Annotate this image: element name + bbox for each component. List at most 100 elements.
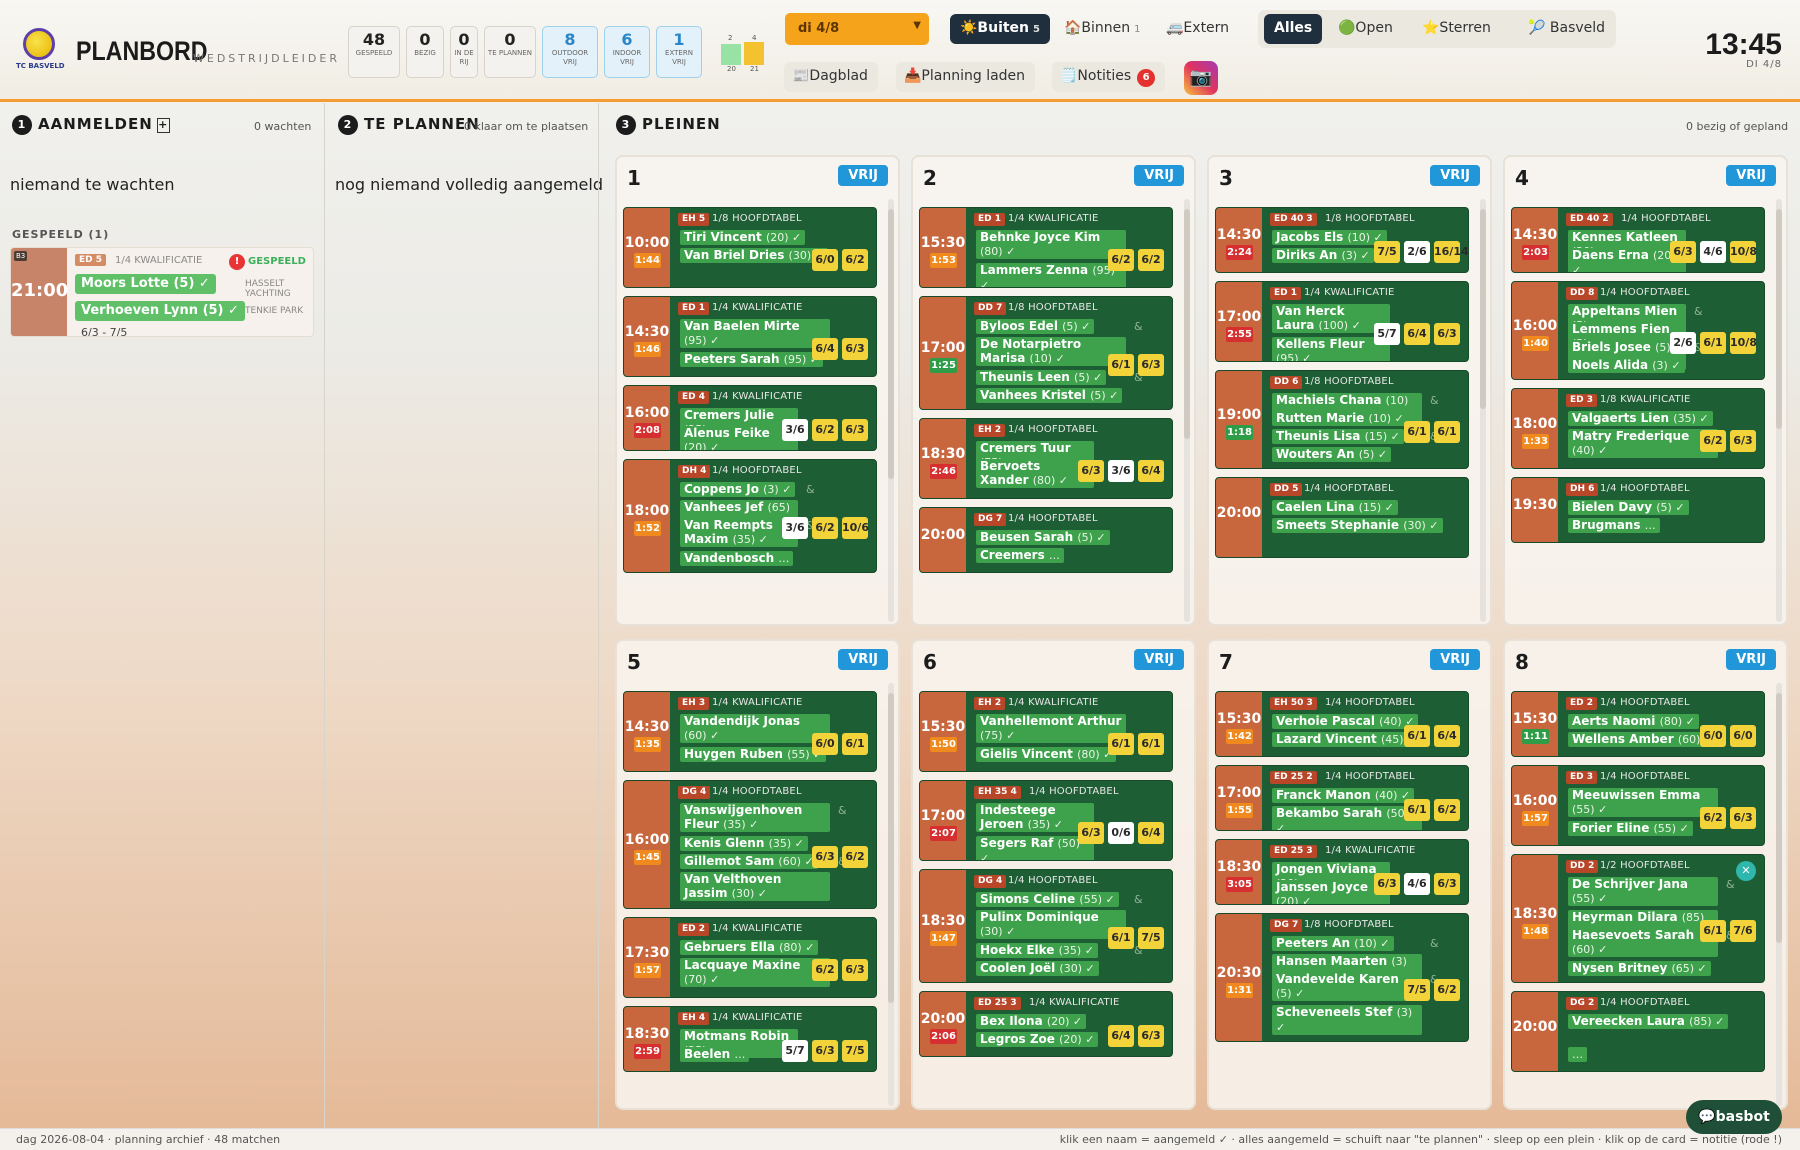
player-chip[interactable]: Vandendijk Jonas (60) ✓ [680,714,830,743]
day-select[interactable]: di 4/8 ▼ [785,13,929,45]
add-player-button[interactable]: + [156,118,170,133]
player-chip[interactable]: Van Herck Laura (100) ✓ [1272,304,1390,333]
player-chip[interactable]: Kenis Glenn (35) ✓ [680,836,808,851]
player-chip[interactable]: Kellens Fleur (95) ✓ [1272,337,1390,361]
match-card[interactable]: 17:00 1:55 ED 25 2 1/4 HOOFDTABEL Franck Man… [1215,765,1469,831]
player-chip[interactable]: Tiri Vincent (20) ✓ [680,230,806,245]
player-chip[interactable]: Meeuwissen Emma (55) ✓ [1568,788,1718,817]
match-card[interactable]: 17:00 2:55 ED 1 1/4 KWALIFICATIE Van Herck L… [1215,281,1469,362]
player-chip[interactable]: Janssen Joyce (20) ✓ [1272,880,1390,904]
player-chip[interactable]: Gebruers Ella (80) ✓ [680,940,819,955]
court-panel[interactable]: 5 VRIJ 14:30 1:35 EH 3 1/4 KWALIFICATIE Vanden… [615,639,900,1110]
match-card[interactable]: 18:30 1:47 DG 4 1/4 HOOFDTABEL Simons Celine… [919,869,1173,983]
player-chip[interactable]: Theunis Leen (5) ✓ [976,370,1107,385]
player-chip[interactable]: Brugmans … [1568,518,1660,533]
scrollbar-thumb[interactable] [888,209,894,479]
player-chip[interactable]: Vereecken Laura (85) ✓ [1568,1014,1729,1029]
player-chip[interactable]: Peeters An (10) ✓ [1272,936,1394,951]
player-chip[interactable]: Beusen Sarah (5) ✓ [976,530,1110,545]
match-card[interactable]: 17:00 2:07 EH 35 4 1/4 HOOFDTABEL Indesteege… [919,780,1173,861]
match-card[interactable]: 20:00 DD 5 1/4 HOOFDTABEL Caelen Lina (15) … [1215,477,1469,558]
player-chip[interactable]: Vandenbosch … [680,551,794,566]
match-card[interactable]: 18:30 1:48 DD 2 1/2 HOOFDTABEL ✕ De Schrijver… [1511,854,1765,983]
scrollbar[interactable] [1776,683,1782,1106]
notities-button[interactable]: 🗒️Notities 6 [1052,62,1166,92]
match-card[interactable]: 16:00 1:45 DG 4 1/4 HOOFDTABEL Vanswijgenhov… [623,780,877,909]
player-chip[interactable]: Creemers … [976,548,1064,563]
player-chip[interactable]: Hoekx Elke (35) ✓ [976,943,1098,958]
court-status-badge[interactable]: VRIJ [1430,165,1480,186]
scrollbar[interactable] [1480,199,1486,622]
match-card[interactable]: 15:30 1:42 EH 50 3 1/4 HOOFDTABEL Verhoie Pa… [1215,691,1469,757]
match-card[interactable]: 18:30 2:59 EH 4 1/4 KWALIFICATIE Motmans Rob… [623,1006,877,1072]
player-chip[interactable]: Haesevoets Sarah (60) ✓ [1568,928,1718,957]
player-chip[interactable]: Coolen Joël (30) ✓ [976,961,1099,976]
player-chip[interactable]: Jacobs Els (10) ✓ [1272,230,1387,245]
player-chip[interactable]: Wouters An (5) ✓ [1272,447,1392,462]
match-card[interactable]: 20:00 DG 2 1/4 HOOFDTABEL Vereecken Laura (… [1511,991,1765,1072]
filter-basveld[interactable]: 🎾 Basveld [1518,12,1616,46]
match-card[interactable]: 15:30 1:53 ED 1 1/4 KWALIFICATIE Behnke Joyc… [919,207,1173,288]
player-chip[interactable]: Rutten Marie (10) ✓ [1272,411,1408,426]
match-card[interactable]: 14:30 2:03 ED 40 2 1/4 HOOFDTABEL Kennes Kat… [1511,207,1765,273]
match-card[interactable]: 16:00 1:40 DD 8 1/4 HOOFDTABEL Appeltans Mie… [1511,281,1765,380]
dagblad-button[interactable]: 📰Dagblad [784,62,878,92]
player-chip[interactable]: Aerts Naomi (80) ✓ [1568,714,1699,729]
player-chip[interactable]: Bervoets Xander (80) ✓ [976,459,1094,488]
played-match-card[interactable]: 21:00 B3 ED 5 1/4 KWALIFICATIE ! GESPEELD… [10,247,314,337]
filter-alles[interactable]: Alles [1264,14,1323,44]
match-card[interactable]: 17:00 1:25 DD 7 1/8 HOOFDTABEL Byloos Edel (… [919,296,1173,410]
scrollbar-thumb[interactable] [1480,209,1486,409]
match-card[interactable]: 18:00 1:52 DH 4 1/4 HOOFDTABEL Coppens Jo (3… [623,459,877,573]
scrollbar[interactable] [1184,199,1190,622]
player-chip[interactable]: Byloos Edel (5) ✓ [976,319,1095,334]
player-chip[interactable]: Bekambo Sarah (50) ✓ [1272,806,1422,830]
match-card[interactable]: 18:30 3:05 ED 25 3 1/4 KWALIFICATIE Jongen V… [1215,839,1469,905]
scrollbar[interactable] [888,199,894,622]
basbot-button[interactable]: 💬basbot [1686,1100,1782,1134]
player-chip[interactable]: De Notarpietro Marisa (10) ✓ [976,337,1126,366]
player-chip[interactable]: Bielen Davy (5) ✓ [1568,500,1689,515]
player-chip[interactable]: Forier Eline (55) ✓ [1568,821,1693,836]
scrollbar-thumb[interactable] [888,693,894,1003]
court-status-badge[interactable]: VRIJ [838,649,888,670]
player-chip[interactable]: Segers Raf (50) ✓ [976,836,1094,860]
player-chip[interactable]: Huygen Ruben (55) ✓ [680,747,827,762]
court-status-badge[interactable]: VRIJ [838,165,888,186]
player-chip[interactable]: Noels Alida (3) ✓ [1568,358,1685,373]
player-chip[interactable]: Pulinx Dominique (30) ✓ [976,910,1126,939]
player-chip[interactable]: Vanhellemont Arthur (75) ✓ [976,714,1126,743]
player-chip[interactable]: Van Reempts Maxim (35) ✓ [680,518,798,547]
player-chip[interactable]: Behnke Joyce Kim (80) ✓ [976,230,1126,259]
player-chip[interactable]: Van Briel Dries (30) ✓ [680,248,828,263]
player-chip[interactable]: Vandevelde Karen (5) ✓ [1272,972,1422,1001]
player-chip[interactable]: Indesteege Jeroen (35) ✓ [976,803,1094,832]
court-panel[interactable]: 1 VRIJ 10:00 1:44 EH 5 1/8 HOOFDTABEL Tiri Vin… [615,155,900,626]
player-chip[interactable]: Wellens Amber (60) ✓ [1568,732,1718,747]
status-badge[interactable]: ! GESPEELD [229,254,306,270]
scrollbar-thumb[interactable] [1776,209,1782,429]
match-card[interactable]: 19:30 DH 6 1/4 HOOFDTABEL Bielen Davy (5) ✓… [1511,477,1765,543]
player-chip[interactable]: Smeets Stephanie (30) ✓ [1272,518,1443,533]
player-chip[interactable]: Diriks An (3) ✓ [1272,248,1374,263]
scrollbar-thumb[interactable] [1184,209,1190,439]
court-status-badge[interactable]: VRIJ [1430,649,1480,670]
court-panel[interactable]: 4 VRIJ 14:30 2:03 ED 40 2 1/4 HOOFDTABEL Kenne… [1503,155,1788,626]
player-chip[interactable]: Daens Erna (20) ✓ [1568,248,1686,272]
player-chip[interactable]: Van Velthoven Jassim (30) ✓ [680,872,830,901]
player-chip[interactable]: Gillemot Sam (60) ✓ [680,854,818,869]
court-status-badge[interactable]: VRIJ [1726,165,1776,186]
toggle-buiten[interactable]: ☀️Buiten 5 [950,14,1050,44]
court-status-badge[interactable]: VRIJ [1134,649,1184,670]
toggle-binnen[interactable]: 🏠Binnen 1 [1054,14,1151,44]
court-panel[interactable]: 3 VRIJ 14:30 2:24 ED 40 3 1/8 HOOFDTABEL Jacob… [1207,155,1492,626]
match-card[interactable]: 20:00 DG 7 1/4 HOOFDTABEL Beusen Sarah (5) … [919,507,1173,573]
scrollbar[interactable] [888,683,894,1106]
court-status-badge[interactable]: VRIJ [1134,165,1184,186]
player-chip[interactable]: Moors Lotte (5) ✓ [75,274,216,294]
player-chip[interactable]: Simons Celine (55) ✓ [976,892,1119,907]
player-chip[interactable]: Alenus Feike (20) ✓ [680,426,798,450]
player-chip[interactable]: Legros Zoe (20) ✓ [976,1032,1099,1047]
filter-open[interactable]: 🟢Open [1328,14,1403,44]
match-card[interactable]: 15:30 1:50 EH 2 1/4 KWALIFICATIE Vanhellemon… [919,691,1173,772]
